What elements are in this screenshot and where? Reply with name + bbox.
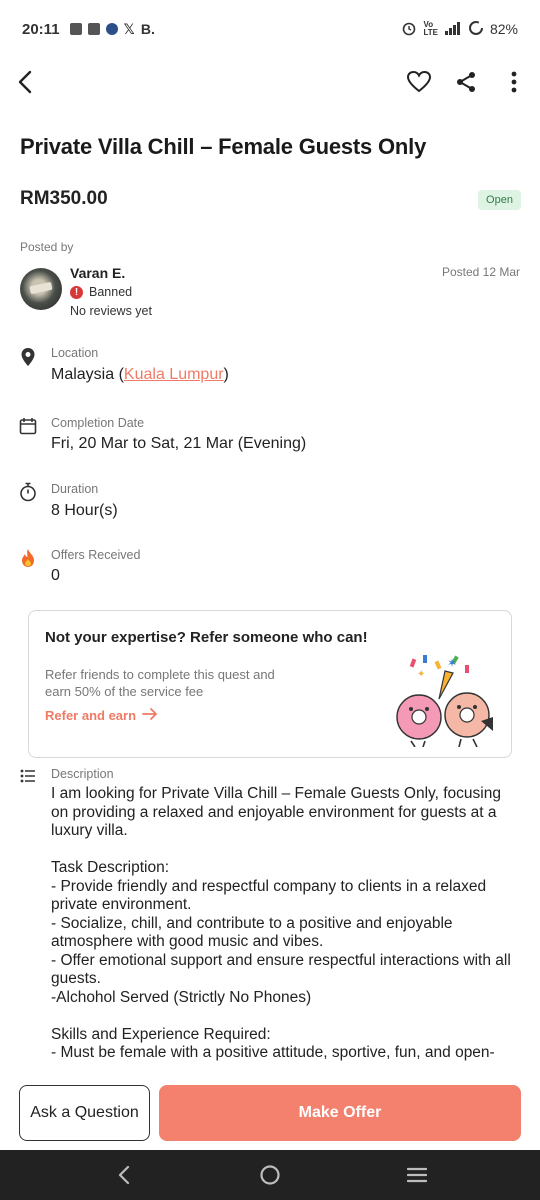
mail-icon (87, 23, 100, 35)
refer-and-earn-link[interactable]: Refer and earn (45, 707, 158, 724)
more-vertical-icon[interactable] (498, 66, 530, 98)
top-nav (0, 58, 540, 106)
offers-label: Offers Received (51, 548, 141, 562)
description-body: I am looking for Private Villa Chill – F… (51, 785, 511, 1061)
maybank-icon (105, 23, 118, 35)
completion-label: Completion Date (51, 416, 145, 430)
listing-title: Private Villa Chill – Female Guests Only (20, 134, 427, 159)
make-offer-button[interactable]: Make Offer (159, 1085, 521, 1141)
battery-icon (468, 20, 484, 39)
posted-by-label: Posted by (20, 240, 74, 254)
shopping-bag-icon (69, 23, 82, 35)
referral-subtitle: Refer friends to complete this quest and… (45, 667, 275, 699)
status-bar: 20:11 𝕏 B. Vo LTE 82% (0, 0, 540, 58)
nav-back-icon[interactable] (112, 1163, 136, 1187)
svg-text:✦: ✦ (417, 669, 425, 680)
description-label: Description (51, 767, 114, 781)
nav-recents-icon[interactable] (405, 1163, 429, 1187)
location-country: Malaysia (51, 366, 115, 383)
android-nav-bar (0, 1150, 540, 1200)
banned-label: Banned (89, 285, 133, 299)
duration-label: Duration (51, 482, 99, 496)
posted-date: Posted 12 Mar (441, 265, 520, 279)
battery-percent: 82% (489, 21, 518, 37)
referral-title: Not your expertise? Refer someone who ca… (45, 629, 368, 646)
location-value: Malaysia (Kuala Lumpur) (51, 366, 229, 383)
svg-text:✶: ✶ (447, 656, 457, 670)
refer-link-label: Refer and earn (45, 708, 137, 723)
celebration-illustration: ✶ ✦ (381, 651, 501, 748)
volte-icon: Vo LTE (423, 20, 438, 37)
duration-value: 8 Hour(s) (51, 502, 118, 519)
alert-icon: ! (70, 285, 83, 299)
status-badge: Open (478, 190, 521, 210)
location-label: Location (51, 346, 99, 360)
heart-icon[interactable] (403, 66, 435, 98)
nav-home-icon[interactable] (258, 1163, 282, 1187)
avatar[interactable] (20, 268, 62, 310)
reviews-text: No reviews yet (70, 304, 152, 318)
back-arrow-icon[interactable] (10, 66, 42, 98)
referral-card[interactable]: Not your expertise? Refer someone who ca… (28, 610, 512, 758)
offers-value: 0 (51, 567, 60, 584)
x-icon: 𝕏 (123, 20, 135, 37)
status-time: 20:11 (22, 20, 60, 38)
location-pin-icon (18, 347, 38, 367)
calendar-icon (18, 416, 38, 436)
status-letter: B. (140, 21, 155, 37)
signal-icon (444, 21, 462, 38)
location-city-link[interactable]: Kuala Lumpur (124, 366, 224, 383)
share-icon[interactable] (450, 66, 482, 98)
listing-price: RM350.00 (20, 188, 108, 209)
stopwatch-icon (18, 482, 38, 502)
ask-question-button[interactable]: Ask a Question (19, 1085, 150, 1141)
fire-icon (18, 548, 38, 568)
completion-value: Fri, 20 Mar to Sat, 21 Mar (Evening) (51, 435, 307, 452)
banned-status: ! Banned (70, 285, 132, 299)
alarm-icon (401, 20, 417, 39)
poster-name[interactable]: Varan E. (70, 265, 125, 281)
arrow-right-icon (142, 707, 158, 724)
list-icon (18, 766, 38, 786)
bottom-action-bar: Ask a Question Make Offer (0, 1074, 540, 1150)
